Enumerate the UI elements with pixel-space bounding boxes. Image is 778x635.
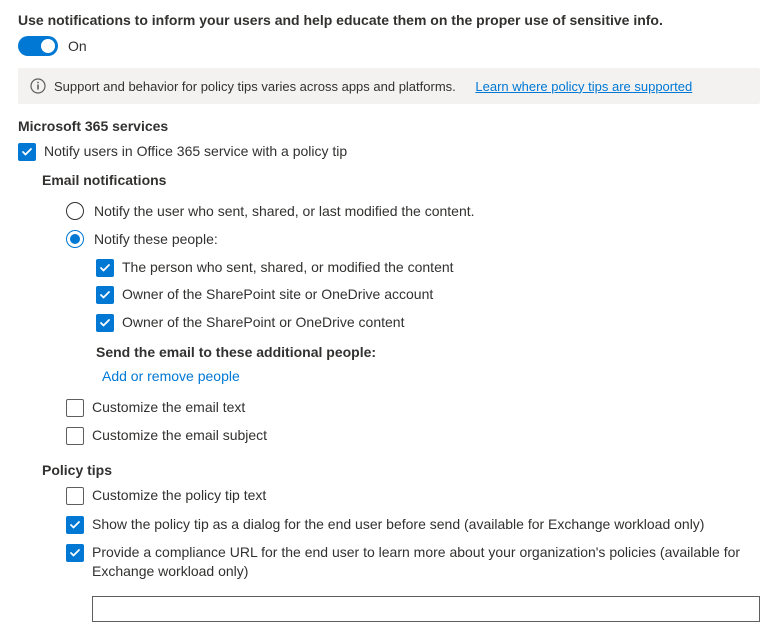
- services-heading: Microsoft 365 services: [18, 118, 760, 134]
- cb-person-sent-row: The person who sent, shared, or modified…: [96, 258, 760, 278]
- notifications-toggle[interactable]: [18, 36, 58, 56]
- cb-custom-email-subject-label: Customize the email subject: [92, 426, 267, 446]
- notify-office365-label: Notify users in Office 365 service with …: [44, 142, 347, 162]
- cb-custom-email-text-label: Customize the email text: [92, 398, 245, 418]
- cb-custom-email-subject[interactable]: [66, 427, 84, 445]
- info-banner-text: Support and behavior for policy tips var…: [54, 79, 456, 94]
- toggle-state-label: On: [68, 38, 87, 54]
- cb-owner-site-label: Owner of the SharePoint site or OneDrive…: [122, 285, 433, 305]
- info-icon: [30, 78, 46, 94]
- info-banner-link[interactable]: Learn where policy tips are supported: [475, 79, 692, 94]
- checkmark-icon: [21, 146, 33, 158]
- cb-custom-tip-text-label: Customize the policy tip text: [92, 486, 266, 506]
- page-heading: Use notifications to inform your users a…: [18, 12, 760, 28]
- notify-office365-row: Notify users in Office 365 service with …: [18, 142, 760, 162]
- radio-notify-user-row: Notify the user who sent, shared, or las…: [66, 202, 760, 220]
- cb-custom-tip-text[interactable]: [66, 487, 84, 505]
- radio-notify-user[interactable]: [66, 202, 84, 220]
- cb-dialog[interactable]: [66, 516, 84, 534]
- cb-person-sent[interactable]: [96, 259, 114, 277]
- cb-custom-email-text-row: Customize the email text: [66, 398, 760, 418]
- radio-notify-people-label: Notify these people:: [94, 231, 218, 247]
- checkmark-icon: [69, 547, 81, 559]
- email-notifications-heading: Email notifications: [42, 172, 760, 188]
- cb-compliance-url-row: Provide a compliance URL for the end use…: [66, 543, 760, 582]
- add-remove-people-link[interactable]: Add or remove people: [102, 368, 240, 384]
- cb-custom-email-text[interactable]: [66, 399, 84, 417]
- additional-people-heading: Send the email to these additional peopl…: [96, 344, 760, 360]
- policy-tips-heading: Policy tips: [42, 462, 760, 478]
- notify-office365-checkbox[interactable]: [18, 143, 36, 161]
- cb-owner-site-row: Owner of the SharePoint site or OneDrive…: [96, 285, 760, 305]
- cb-owner-content-label: Owner of the SharePoint or OneDrive cont…: [122, 313, 404, 333]
- checkmark-icon: [99, 262, 111, 274]
- checkmark-icon: [69, 519, 81, 531]
- radio-dot: [70, 234, 80, 244]
- cb-dialog-label: Show the policy tip as a dialog for the …: [92, 515, 704, 535]
- checkmark-icon: [99, 317, 111, 329]
- notifications-toggle-row: On: [18, 36, 760, 56]
- cb-person-sent-label: The person who sent, shared, or modified…: [122, 258, 454, 278]
- cb-custom-tip-text-row: Customize the policy tip text: [66, 486, 760, 506]
- cb-owner-site[interactable]: [96, 286, 114, 304]
- cb-owner-content[interactable]: [96, 314, 114, 332]
- compliance-url-input[interactable]: [92, 596, 760, 622]
- cb-custom-email-subject-row: Customize the email subject: [66, 426, 760, 446]
- radio-notify-people[interactable]: [66, 230, 84, 248]
- cb-owner-content-row: Owner of the SharePoint or OneDrive cont…: [96, 313, 760, 333]
- info-banner: Support and behavior for policy tips var…: [18, 68, 760, 104]
- cb-compliance-url[interactable]: [66, 544, 84, 562]
- radio-notify-people-row: Notify these people:: [66, 230, 760, 248]
- checkmark-icon: [99, 289, 111, 301]
- toggle-knob: [41, 39, 55, 53]
- cb-dialog-row: Show the policy tip as a dialog for the …: [66, 515, 760, 535]
- cb-compliance-url-label: Provide a compliance URL for the end use…: [92, 543, 760, 582]
- radio-notify-user-label: Notify the user who sent, shared, or las…: [94, 203, 475, 219]
